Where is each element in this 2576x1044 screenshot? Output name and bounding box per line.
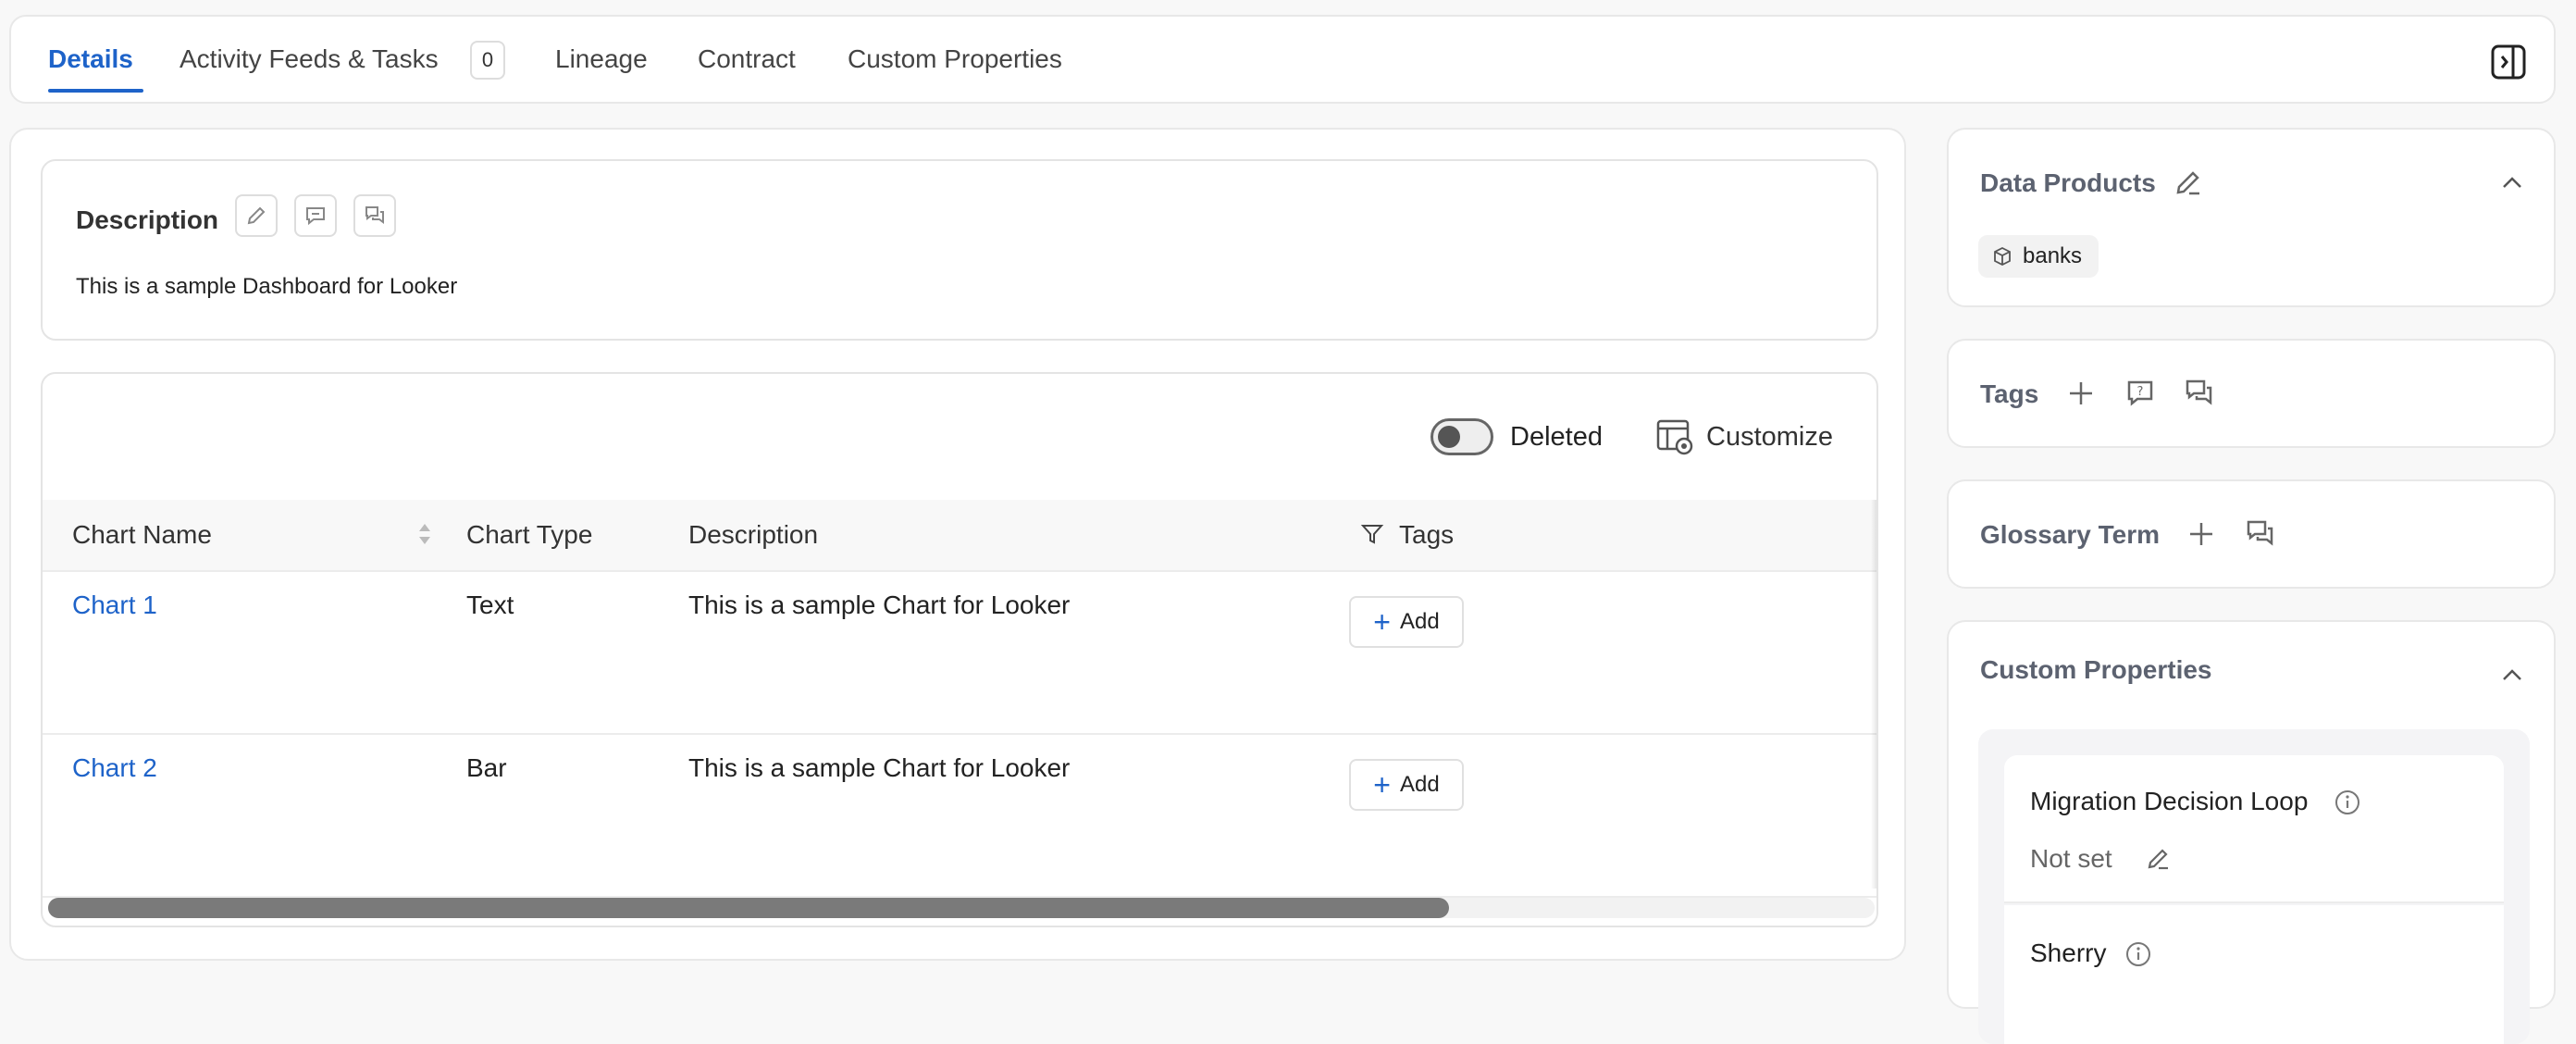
tab-contract[interactable]: Contract <box>698 44 796 74</box>
custom-properties-card: Custom Properties Migration Decision Loo… <box>1947 620 2556 1044</box>
description-text: This is a sample Dashboard for Looker <box>76 274 458 299</box>
request-description-button[interactable] <box>294 194 337 237</box>
custom-property-item: Migration Decision Loop Not set <box>2004 755 2504 903</box>
data-product-chip[interactable]: banks <box>1978 235 2099 278</box>
horizontal-scrollbar[interactable] <box>48 898 1875 918</box>
add-tag-button[interactable]: + Add <box>1349 596 1464 648</box>
scroll-shadow <box>1871 500 1876 889</box>
chart-type: Text <box>466 590 514 619</box>
request-tags-icon[interactable]: ? <box>2124 378 2156 409</box>
chevron-up-icon[interactable] <box>2496 167 2528 198</box>
info-icon[interactable] <box>2334 789 2361 816</box>
info-icon[interactable] <box>2124 940 2152 968</box>
chart-type: Bar <box>466 753 507 782</box>
column-header-chart-name[interactable]: Chart Name <box>72 520 212 550</box>
active-tab-indicator <box>48 89 143 93</box>
tab-lineage[interactable]: Lineage <box>555 44 648 74</box>
glossary-card: Glossary Term <box>1947 479 2556 589</box>
tab-details[interactable]: Details <box>48 44 133 74</box>
edit-description-button[interactable] <box>235 194 278 237</box>
add-glossary-icon[interactable] <box>2186 518 2217 550</box>
deleted-toggle[interactable] <box>1430 418 1493 455</box>
property-value: Not set <box>2030 844 2112 873</box>
data-products-card: Data Products banks <box>1947 128 2556 307</box>
sort-icon[interactable] <box>416 520 433 548</box>
add-tag-label: Add <box>1399 772 1440 797</box>
pencil-icon <box>247 206 266 225</box>
tags-title: Tags <box>1980 379 2039 408</box>
scrollbar-thumb[interactable] <box>48 898 1449 918</box>
conversation-icon <box>365 206 384 224</box>
add-tag-label: Add <box>1399 609 1440 634</box>
add-tag-button[interactable]: + Add <box>1349 759 1464 811</box>
svg-text:?: ? <box>2137 385 2144 399</box>
column-header-chart-type: Chart Type <box>466 520 593 549</box>
column-header-tags: Tags <box>1399 520 1455 549</box>
add-tag-icon[interactable] <box>2065 378 2097 409</box>
edit-data-products-icon[interactable] <box>2173 167 2204 198</box>
custom-property-item: Sherry <box>2004 905 2504 1044</box>
chart-name-link[interactable]: Chart 2 <box>72 753 157 783</box>
cube-icon <box>1994 246 2011 267</box>
comment-question-icon <box>306 207 325 226</box>
tags-card: Tags ? <box>1947 339 2556 448</box>
custom-properties-list: Migration Decision Loop Not set Sherry <box>1978 729 2530 1044</box>
plus-icon: + <box>1373 605 1391 639</box>
table-row: Chart 1 Text This is a sample Chart for … <box>43 572 1876 735</box>
chart-name-link[interactable]: Chart 1 <box>72 590 157 620</box>
plus-icon: + <box>1373 768 1391 802</box>
description-title: Description <box>76 205 219 234</box>
activity-count-badge: 0 <box>470 41 505 80</box>
table-header: Chart Name Chart Type Description Tags <box>43 500 1876 572</box>
customize-columns-icon[interactable] <box>1656 418 1695 457</box>
tabs-bar: Details Activity Feeds & Tasks 0 Lineage… <box>9 15 2556 104</box>
property-name: Migration Decision Loop <box>2030 787 2309 815</box>
main-panel: Description This is a sample Dashboard f… <box>9 128 1906 961</box>
customize-button[interactable]: Customize <box>1706 422 1833 453</box>
conversation-button[interactable] <box>353 194 396 237</box>
charts-table-card: Deleted Customize Chart Name Chart Type … <box>41 372 1878 927</box>
tab-custom-properties[interactable]: Custom Properties <box>848 44 1062 74</box>
property-name: Sherry <box>2030 938 2107 967</box>
panel-collapse-icon[interactable] <box>2491 44 2526 80</box>
custom-properties-title: Custom Properties <box>1980 655 2212 684</box>
data-products-title: Data Products <box>1980 168 2156 197</box>
glossary-title: Glossary Term <box>1980 520 2161 549</box>
description-card: Description This is a sample Dashboard f… <box>41 159 1878 341</box>
filter-icon[interactable] <box>1360 522 1384 546</box>
chart-description: This is a sample Chart for Looker <box>688 590 1071 619</box>
edit-property-icon[interactable] <box>2145 844 2173 872</box>
data-product-name: banks <box>2023 243 2083 268</box>
chevron-up-icon[interactable] <box>2496 659 2528 690</box>
tab-activity-feeds[interactable]: Activity Feeds & Tasks <box>180 44 439 74</box>
conversation-icon[interactable] <box>2245 518 2276 550</box>
deleted-toggle-label: Deleted <box>1510 422 1603 452</box>
toggle-knob <box>1438 426 1460 448</box>
chart-description: This is a sample Chart for Looker <box>688 753 1071 782</box>
table-row: Chart 2 Bar This is a sample Chart for L… <box>43 735 1876 898</box>
column-header-description: Description <box>688 520 819 549</box>
conversation-icon[interactable] <box>2184 378 2215 409</box>
